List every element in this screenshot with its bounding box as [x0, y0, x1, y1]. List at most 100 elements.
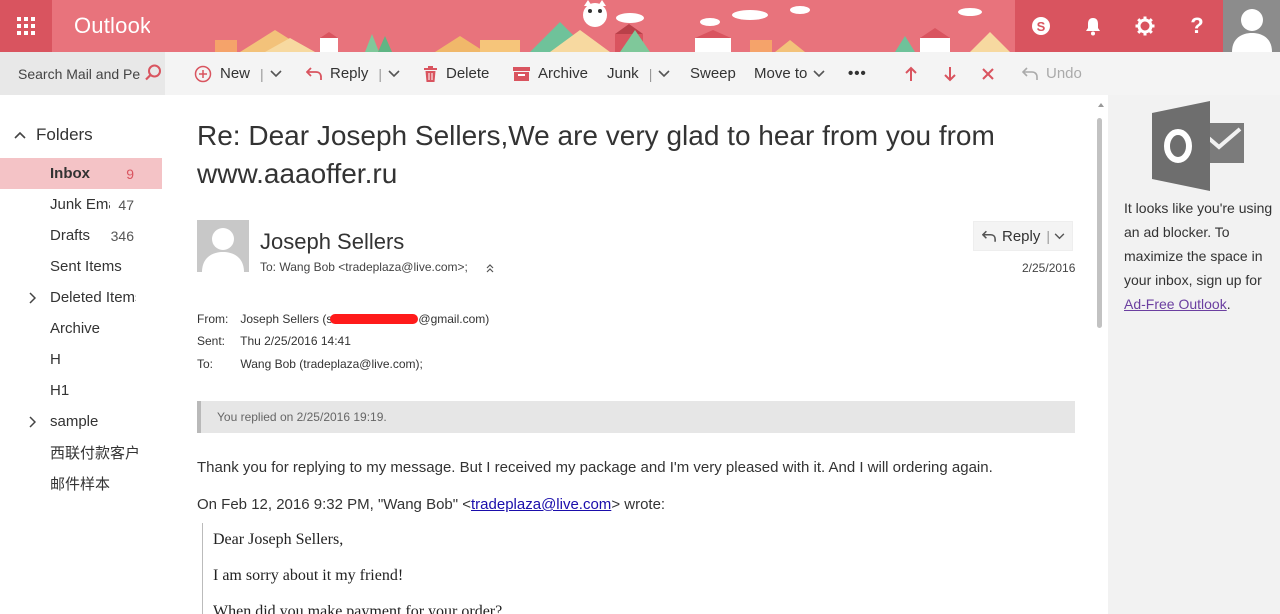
chevron-down-icon[interactable]	[388, 69, 400, 78]
ad-blocker-period: .	[1226, 296, 1231, 312]
folder-name: Drafts	[50, 227, 91, 244]
chevron-right-icon[interactable]	[28, 292, 36, 304]
folder-name: H	[50, 351, 61, 368]
folders-header[interactable]: Folders	[0, 121, 165, 149]
reply-label: Reply	[330, 65, 369, 82]
from-name: Joseph Sellers (s	[240, 312, 333, 326]
sender-name[interactable]: Joseph Sellers	[260, 229, 404, 255]
folder-name: Junk Email	[50, 196, 110, 213]
sent-row: Sent: Thu 2/25/2016 14:41	[197, 334, 351, 348]
divider: |	[260, 65, 264, 82]
search-input[interactable]: Search Mail and People	[18, 66, 140, 82]
folder-item-sample[interactable]: sample	[0, 406, 162, 437]
settings-button[interactable]	[1119, 0, 1171, 52]
reply-button-label: Reply	[1002, 227, 1041, 245]
folders-label: Folders	[36, 125, 93, 144]
gear-icon	[1135, 16, 1155, 36]
sweep-button[interactable]: Sweep	[682, 52, 736, 95]
chevron-double-up-icon[interactable]	[485, 263, 495, 273]
waffle-icon	[17, 17, 35, 35]
folder-name: Inbox	[50, 165, 90, 182]
header-scenery-illustration	[150, 0, 1020, 52]
to-value: Wang Bob (tradeplaza@live.com);	[240, 357, 423, 371]
move-to-button[interactable]: Move to	[746, 52, 825, 95]
folder-item-mail-samples[interactable]: 邮件样本	[0, 468, 162, 499]
quoted-line: When did you make payment for your order…	[213, 603, 503, 614]
reply-toolbar-button[interactable]: Reply |	[306, 52, 400, 95]
undo-button[interactable]: Undo	[1022, 52, 1082, 95]
folder-name: 邮件样本	[50, 476, 111, 493]
folder-name: Archive	[50, 320, 101, 337]
folder-item-western-union-customers[interactable]: 西联付款客户	[0, 437, 162, 468]
folder-item-h[interactable]: H	[0, 344, 162, 375]
folder-name: H1	[50, 382, 70, 399]
folder-item-drafts[interactable]: Drafts 346	[0, 220, 162, 251]
chevron-right-icon[interactable]	[28, 416, 36, 428]
from-key: From:	[197, 312, 229, 326]
arrow-down-icon	[944, 66, 956, 81]
skype-button[interactable]: S	[1015, 0, 1067, 52]
folder-item-inbox[interactable]: Inbox 9	[0, 158, 162, 189]
folder-item-deleted-items[interactable]: Deleted Items	[0, 282, 162, 313]
chevron-down-icon[interactable]	[1054, 232, 1065, 240]
divider: |	[1046, 228, 1050, 244]
message-date: 2/25/2016	[1022, 261, 1076, 275]
search-icon[interactable]	[144, 64, 162, 82]
message-subject: Re: Dear Joseph Sellers,We are very glad…	[197, 120, 995, 189]
quoted-message: Dear Joseph Sellers, I am sorry about it…	[202, 523, 1062, 614]
folder-item-junk-email[interactable]: Junk Email 47	[0, 189, 162, 220]
divider: |	[648, 65, 653, 82]
delete-button[interactable]: Delete	[423, 52, 489, 95]
scrollbar-thumb[interactable]	[1097, 118, 1102, 328]
ad-free-outlook-link[interactable]: Ad-Free Outlook	[1124, 296, 1227, 312]
help-button[interactable]: ?	[1171, 0, 1223, 52]
divider: |	[378, 65, 382, 82]
folder-name: Sent Items	[50, 258, 122, 275]
reply-button[interactable]: Reply |	[973, 221, 1073, 251]
unread-count: 47	[118, 196, 134, 213]
help-icon: ?	[1190, 13, 1204, 38]
folder-name: Deleted Items	[50, 289, 136, 306]
command-bar: Search Mail and People New | Reply |	[0, 52, 1280, 95]
quote-intro-text: On Feb 12, 2016 9:32 PM, "Wang Bob" <	[197, 496, 472, 513]
skype-icon: S	[1032, 17, 1050, 35]
chevron-down-icon[interactable]	[270, 69, 282, 78]
junk-button[interactable]: Junk |	[599, 52, 670, 95]
folder-name: 西联付款客户	[50, 445, 141, 462]
reply-icon	[982, 230, 996, 242]
undo-icon	[1022, 66, 1038, 80]
scroll-up-arrow-icon[interactable]	[1098, 102, 1104, 108]
more-actions-button[interactable]: •••	[840, 52, 867, 95]
sweep-label: Sweep	[690, 65, 736, 82]
folder-item-sent-items[interactable]: Sent Items	[0, 251, 162, 282]
recipient-line: To: Wang Bob <tradeplaza@live.com>;	[260, 260, 468, 274]
search-box[interactable]: Search Mail and People	[0, 52, 165, 95]
ad-blocker-message: It looks like you're using an ad blocker…	[1124, 196, 1276, 316]
notifications-button[interactable]	[1067, 0, 1119, 52]
close-message-button[interactable]	[981, 52, 995, 95]
folder-item-archive[interactable]: Archive	[0, 313, 162, 344]
ad-blocker-text: It looks like you're using an ad blocker…	[1124, 200, 1273, 288]
email-link[interactable]: tradeplaza@live.com	[471, 496, 611, 513]
sent-key: Sent:	[197, 334, 226, 348]
arrow-up-icon	[905, 66, 917, 81]
sent-value: Thu 2/25/2016 14:41	[240, 334, 351, 348]
account-avatar-button[interactable]	[1223, 0, 1280, 52]
ad-pane: It looks like you're using an ad blocker…	[1108, 95, 1280, 614]
quoted-line: Dear Joseph Sellers,	[213, 531, 344, 548]
archive-button[interactable]: Archive	[513, 52, 588, 95]
previous-message-button[interactable]	[904, 52, 918, 95]
next-message-button[interactable]	[943, 52, 957, 95]
new-button[interactable]: New |	[194, 52, 282, 95]
person-icon	[197, 220, 249, 272]
app-launcher-button[interactable]	[0, 0, 52, 52]
unread-count: 9	[126, 165, 134, 182]
undo-label: Undo	[1046, 65, 1082, 82]
folder-pane: Folders Inbox 9 Junk Email 47 Drafts 346…	[0, 95, 165, 614]
plus-circle-icon	[194, 65, 212, 82]
junk-label: Junk	[607, 65, 639, 82]
folder-item-h1[interactable]: H1	[0, 375, 162, 406]
delete-label: Delete	[446, 65, 490, 82]
trash-icon	[424, 65, 437, 82]
chevron-down-icon[interactable]	[658, 69, 670, 78]
